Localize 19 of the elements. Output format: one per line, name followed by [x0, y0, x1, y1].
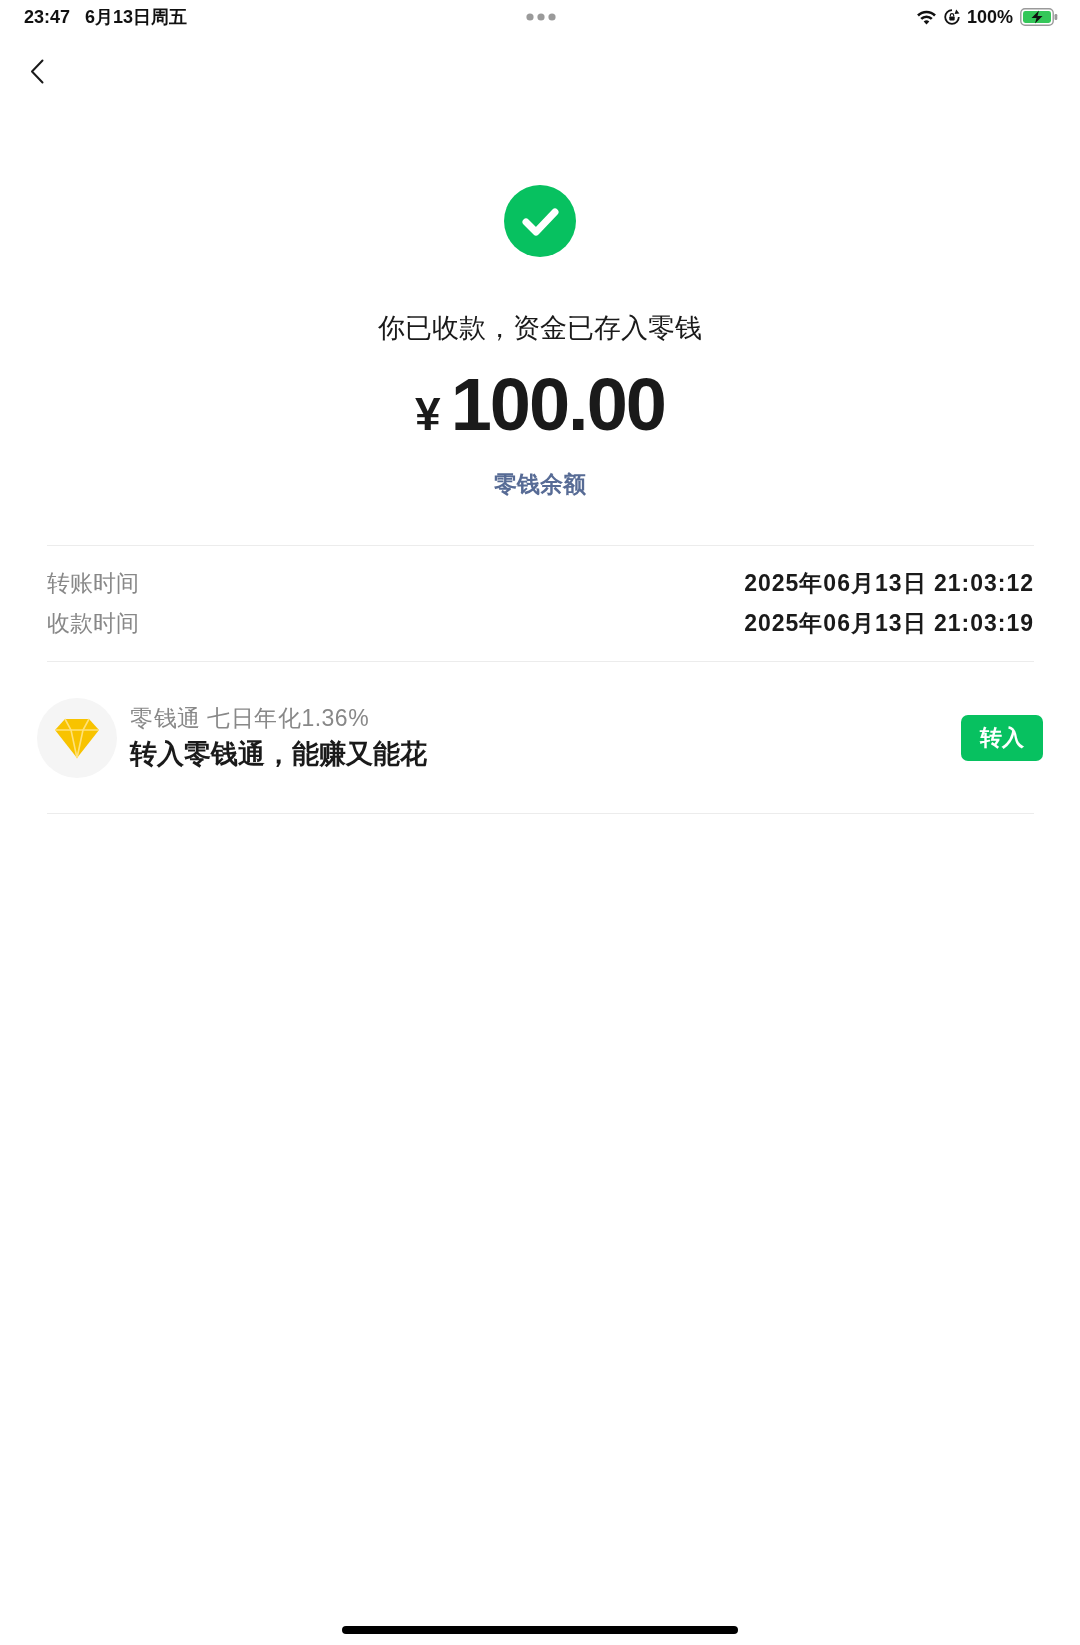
promo-title: 零钱通 七日年化1.36% — [130, 704, 370, 733]
promo-subtitle: 转入零钱通，能赚又能花 — [130, 738, 427, 771]
detail-value: 2025年06月13日 21:03:19 — [744, 609, 1034, 638]
checkmark-icon — [504, 185, 576, 257]
wifi-icon — [915, 9, 937, 25]
battery-icon — [1020, 8, 1058, 26]
amount-value: 100.00 — [450, 365, 665, 445]
rotation-lock-icon — [943, 9, 960, 25]
result-title: 你已收款，资金已存入零钱 — [378, 312, 702, 345]
detail-label: 转账时间 — [47, 569, 139, 598]
dots-icon[interactable] — [526, 13, 556, 21]
balance-link[interactable]: 零钱余额 — [494, 468, 586, 500]
status-time: 23:47 — [24, 6, 71, 28]
detail-label: 收款时间 — [47, 609, 139, 638]
battery-percent: 100% — [966, 6, 1013, 28]
detail-value: 2025年06月13日 21:03:12 — [744, 569, 1034, 598]
status-date: 6月13日周五 — [85, 6, 188, 28]
back-icon[interactable] — [30, 59, 44, 84]
currency-symbol: ¥ — [415, 387, 441, 442]
